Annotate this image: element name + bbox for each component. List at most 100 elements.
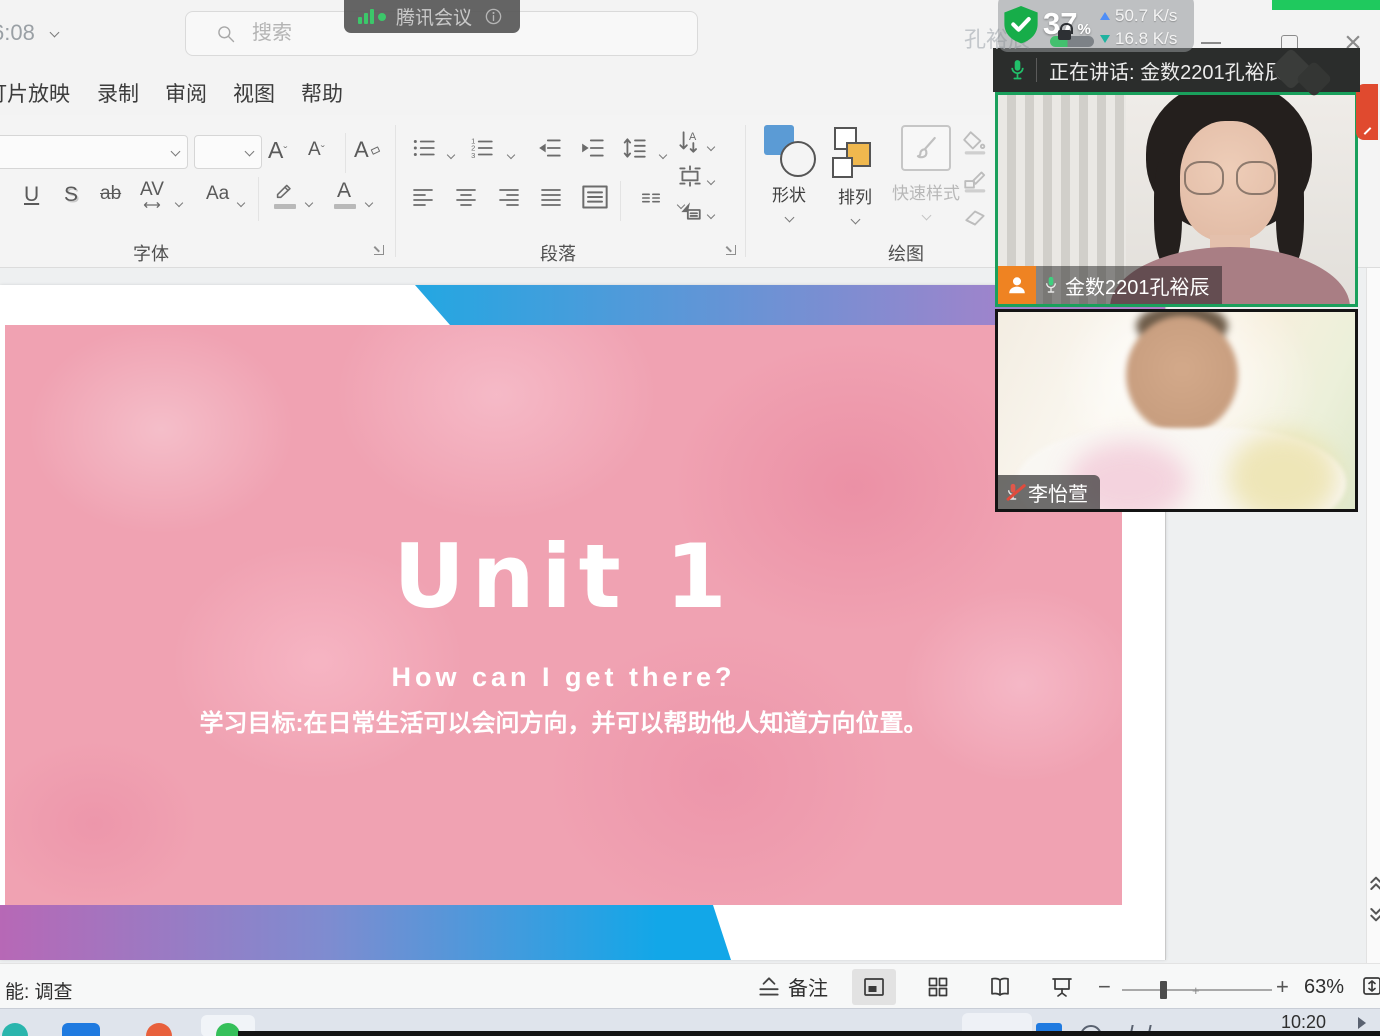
font-color-button[interactable]: A <box>332 179 356 205</box>
shape-outline-button[interactable] <box>962 167 988 193</box>
font-size-combo[interactable] <box>194 135 262 169</box>
change-case-button[interactable]: Aa <box>206 183 229 205</box>
char-spacing-button[interactable]: AV <box>140 179 164 209</box>
decrease-indent-button[interactable] <box>535 135 565 161</box>
tab-review[interactable]: 审阅 <box>165 78 207 108</box>
taskbar-clock[interactable]: 10:20 <box>1281 1012 1326 1033</box>
tab-record[interactable]: 录制 <box>97 78 139 108</box>
shrink-font-button[interactable]: Aˇ <box>308 139 325 161</box>
video-tile-participant2[interactable]: 李怡萱 <box>995 309 1358 512</box>
highlight-button[interactable] <box>272 179 298 205</box>
reading-view-icon <box>987 975 1013 999</box>
slide-subtitle[interactable]: How can I get there? <box>5 662 1122 693</box>
zoom-percent[interactable]: 63% <box>1304 976 1344 999</box>
security-shield-icon <box>1002 4 1040 46</box>
slide-title[interactable]: Unit 1 <box>5 525 1122 628</box>
eraser-icon <box>962 205 988 231</box>
person1-hair-side <box>1276 153 1304 265</box>
char-spacing-chevron[interactable] <box>176 193 182 211</box>
previous-slide-icon[interactable] <box>1368 872 1380 894</box>
drawing-group-label: 绘图 <box>888 240 924 266</box>
shapes-button[interactable]: 形状 <box>758 125 820 243</box>
vertical-scrollbar[interactable] <box>1366 268 1380 963</box>
align-right-button[interactable] <box>496 185 522 209</box>
clear-format-button[interactable]: A <box>354 137 383 163</box>
paragraph-dialog-launcher[interactable] <box>726 245 736 255</box>
taskbar-app-blue[interactable] <box>62 1023 100 1036</box>
zoom-out-button[interactable]: − <box>1098 974 1111 1000</box>
align-left-icon <box>410 185 436 209</box>
distribute-button[interactable] <box>580 183 610 211</box>
slide-sorter-button[interactable] <box>916 969 960 1005</box>
smartart-button[interactable] <box>676 197 704 223</box>
document-time-label[interactable]: 6:08 <box>0 20 58 46</box>
align-text-button[interactable] <box>676 163 704 189</box>
strikethrough-button[interactable]: ab <box>100 183 121 205</box>
outdent-icon <box>535 135 565 161</box>
fill-bucket-icon <box>962 129 988 155</box>
line-spacing-button[interactable] <box>620 135 650 161</box>
numbering-chevron[interactable] <box>508 145 514 163</box>
participant1-name: 金数2201孔裕辰 <box>1065 271 1210 300</box>
slide-canvas[interactable]: Unit 1 How can I get there? 学习目标:在日常生活可以… <box>0 285 1166 960</box>
font-color-chevron[interactable] <box>366 193 372 211</box>
underline-button[interactable]: U <box>24 183 39 207</box>
zoom-in-button[interactable]: + <box>1276 974 1289 1000</box>
text-direction-chevron[interactable] <box>708 137 714 155</box>
slideshow-button[interactable] <box>1040 969 1084 1005</box>
video-tile-participant1[interactable]: 金数2201孔裕辰 <box>995 92 1358 307</box>
change-case-chevron[interactable] <box>238 193 244 211</box>
participant2-name-row: 李怡萱 <box>998 475 1100 509</box>
reading-view-button[interactable] <box>978 969 1022 1005</box>
highlight-chevron[interactable] <box>306 193 312 211</box>
bullets-button[interactable] <box>410 135 438 161</box>
numbering-button[interactable]: 123 <box>468 135 496 161</box>
quick-styles-button[interactable]: 快速样式 <box>888 125 964 243</box>
next-slide-icon[interactable] <box>1368 904 1380 926</box>
slide-floral-image[interactable]: Unit 1 How can I get there? 学习目标:在日常生活可以… <box>5 325 1122 905</box>
justify-button[interactable] <box>538 185 564 209</box>
tab-help[interactable]: 帮助 <box>301 78 343 108</box>
eraser-button[interactable] <box>962 205 988 231</box>
font-name-combo[interactable] <box>0 135 188 169</box>
taskbar-expand-arrow[interactable] <box>1358 1017 1366 1029</box>
taskbar-app-orange[interactable] <box>146 1023 172 1036</box>
line-spacing-chevron[interactable] <box>660 145 666 163</box>
smartart-chevron[interactable] <box>708 205 714 223</box>
shadow-button[interactable]: S <box>64 183 78 207</box>
tab-view[interactable]: 视图 <box>233 78 275 108</box>
columns-button[interactable] <box>638 187 664 209</box>
font-dialog-launcher[interactable] <box>374 245 384 255</box>
align-left-button[interactable] <box>410 185 436 209</box>
line-spacing-icon <box>620 135 650 161</box>
notes-button[interactable]: 备注 <box>756 972 828 1001</box>
outline-pen-icon <box>962 167 988 193</box>
increase-indent-button[interactable] <box>578 135 608 161</box>
align-center-button[interactable] <box>453 185 479 209</box>
grow-font-button[interactable]: Aˇ⁠ <box>268 137 287 164</box>
meeting-overlay[interactable]: 正在讲话: 金数2201孔裕辰; <box>993 48 1362 513</box>
notes-label: 备注 <box>788 972 828 1001</box>
meeting-floating-pill[interactable]: 腾讯会议 <box>344 0 520 33</box>
normal-view-icon <box>862 975 886 999</box>
numbering-icon: 123 <box>468 135 496 161</box>
svg-text:A: A <box>689 131 697 143</box>
arrange-button[interactable]: 排列 <box>824 125 886 243</box>
font-group-label: 字体 <box>133 240 169 266</box>
text-direction-button[interactable]: A <box>676 129 702 155</box>
normal-view-button[interactable] <box>852 969 896 1005</box>
meeting-side-tab[interactable] <box>1356 84 1378 140</box>
person1-glasses <box>1236 161 1276 195</box>
highlighter-icon <box>272 179 296 201</box>
fit-to-window-button[interactable] <box>1360 974 1380 1003</box>
zoom-slider-thumb[interactable] <box>1160 981 1167 999</box>
taskbar-app-teal[interactable] <box>2 1023 28 1036</box>
info-icon[interactable] <box>484 7 503 26</box>
lock-body-icon <box>1058 30 1071 40</box>
bullets-chevron[interactable] <box>448 145 454 163</box>
slide-objective[interactable]: 学习目标:在日常生活可以会问方向，并可以帮助他人知道方向位置。 <box>5 703 1122 738</box>
tab-slideshow[interactable]: 灯片放映 <box>0 78 70 108</box>
paragraph-group-label: 段落 <box>540 240 576 266</box>
shape-fill-button[interactable] <box>962 129 988 155</box>
align-text-chevron[interactable] <box>708 171 714 189</box>
